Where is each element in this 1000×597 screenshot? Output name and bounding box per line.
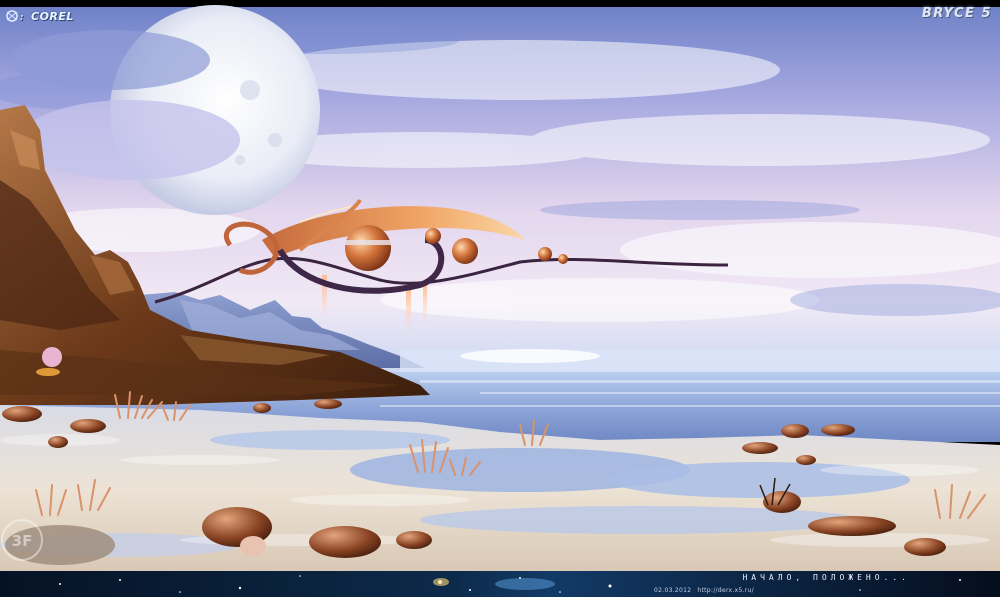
watermark-text: 3F <box>12 532 33 550</box>
corel-logo: : COREL <box>6 9 74 23</box>
scene-artwork: 3F <box>0 0 1000 597</box>
corel-logo-text: COREL <box>31 9 74 23</box>
svg-text::: : <box>20 13 24 23</box>
footer-url: http://derx.x5.ru/ <box>697 587 754 594</box>
footer-title: НАЧАЛО, ПОЛОЖЕНО... <box>742 573 910 582</box>
footer-info: 02.03.2012 http://derx.x5.ru/ <box>654 587 760 594</box>
footer-date: 02.03.2012 <box>654 587 692 594</box>
bryce-logo: BRYCE 5 <box>921 6 992 21</box>
corel-balloon-icon: : <box>6 10 24 23</box>
